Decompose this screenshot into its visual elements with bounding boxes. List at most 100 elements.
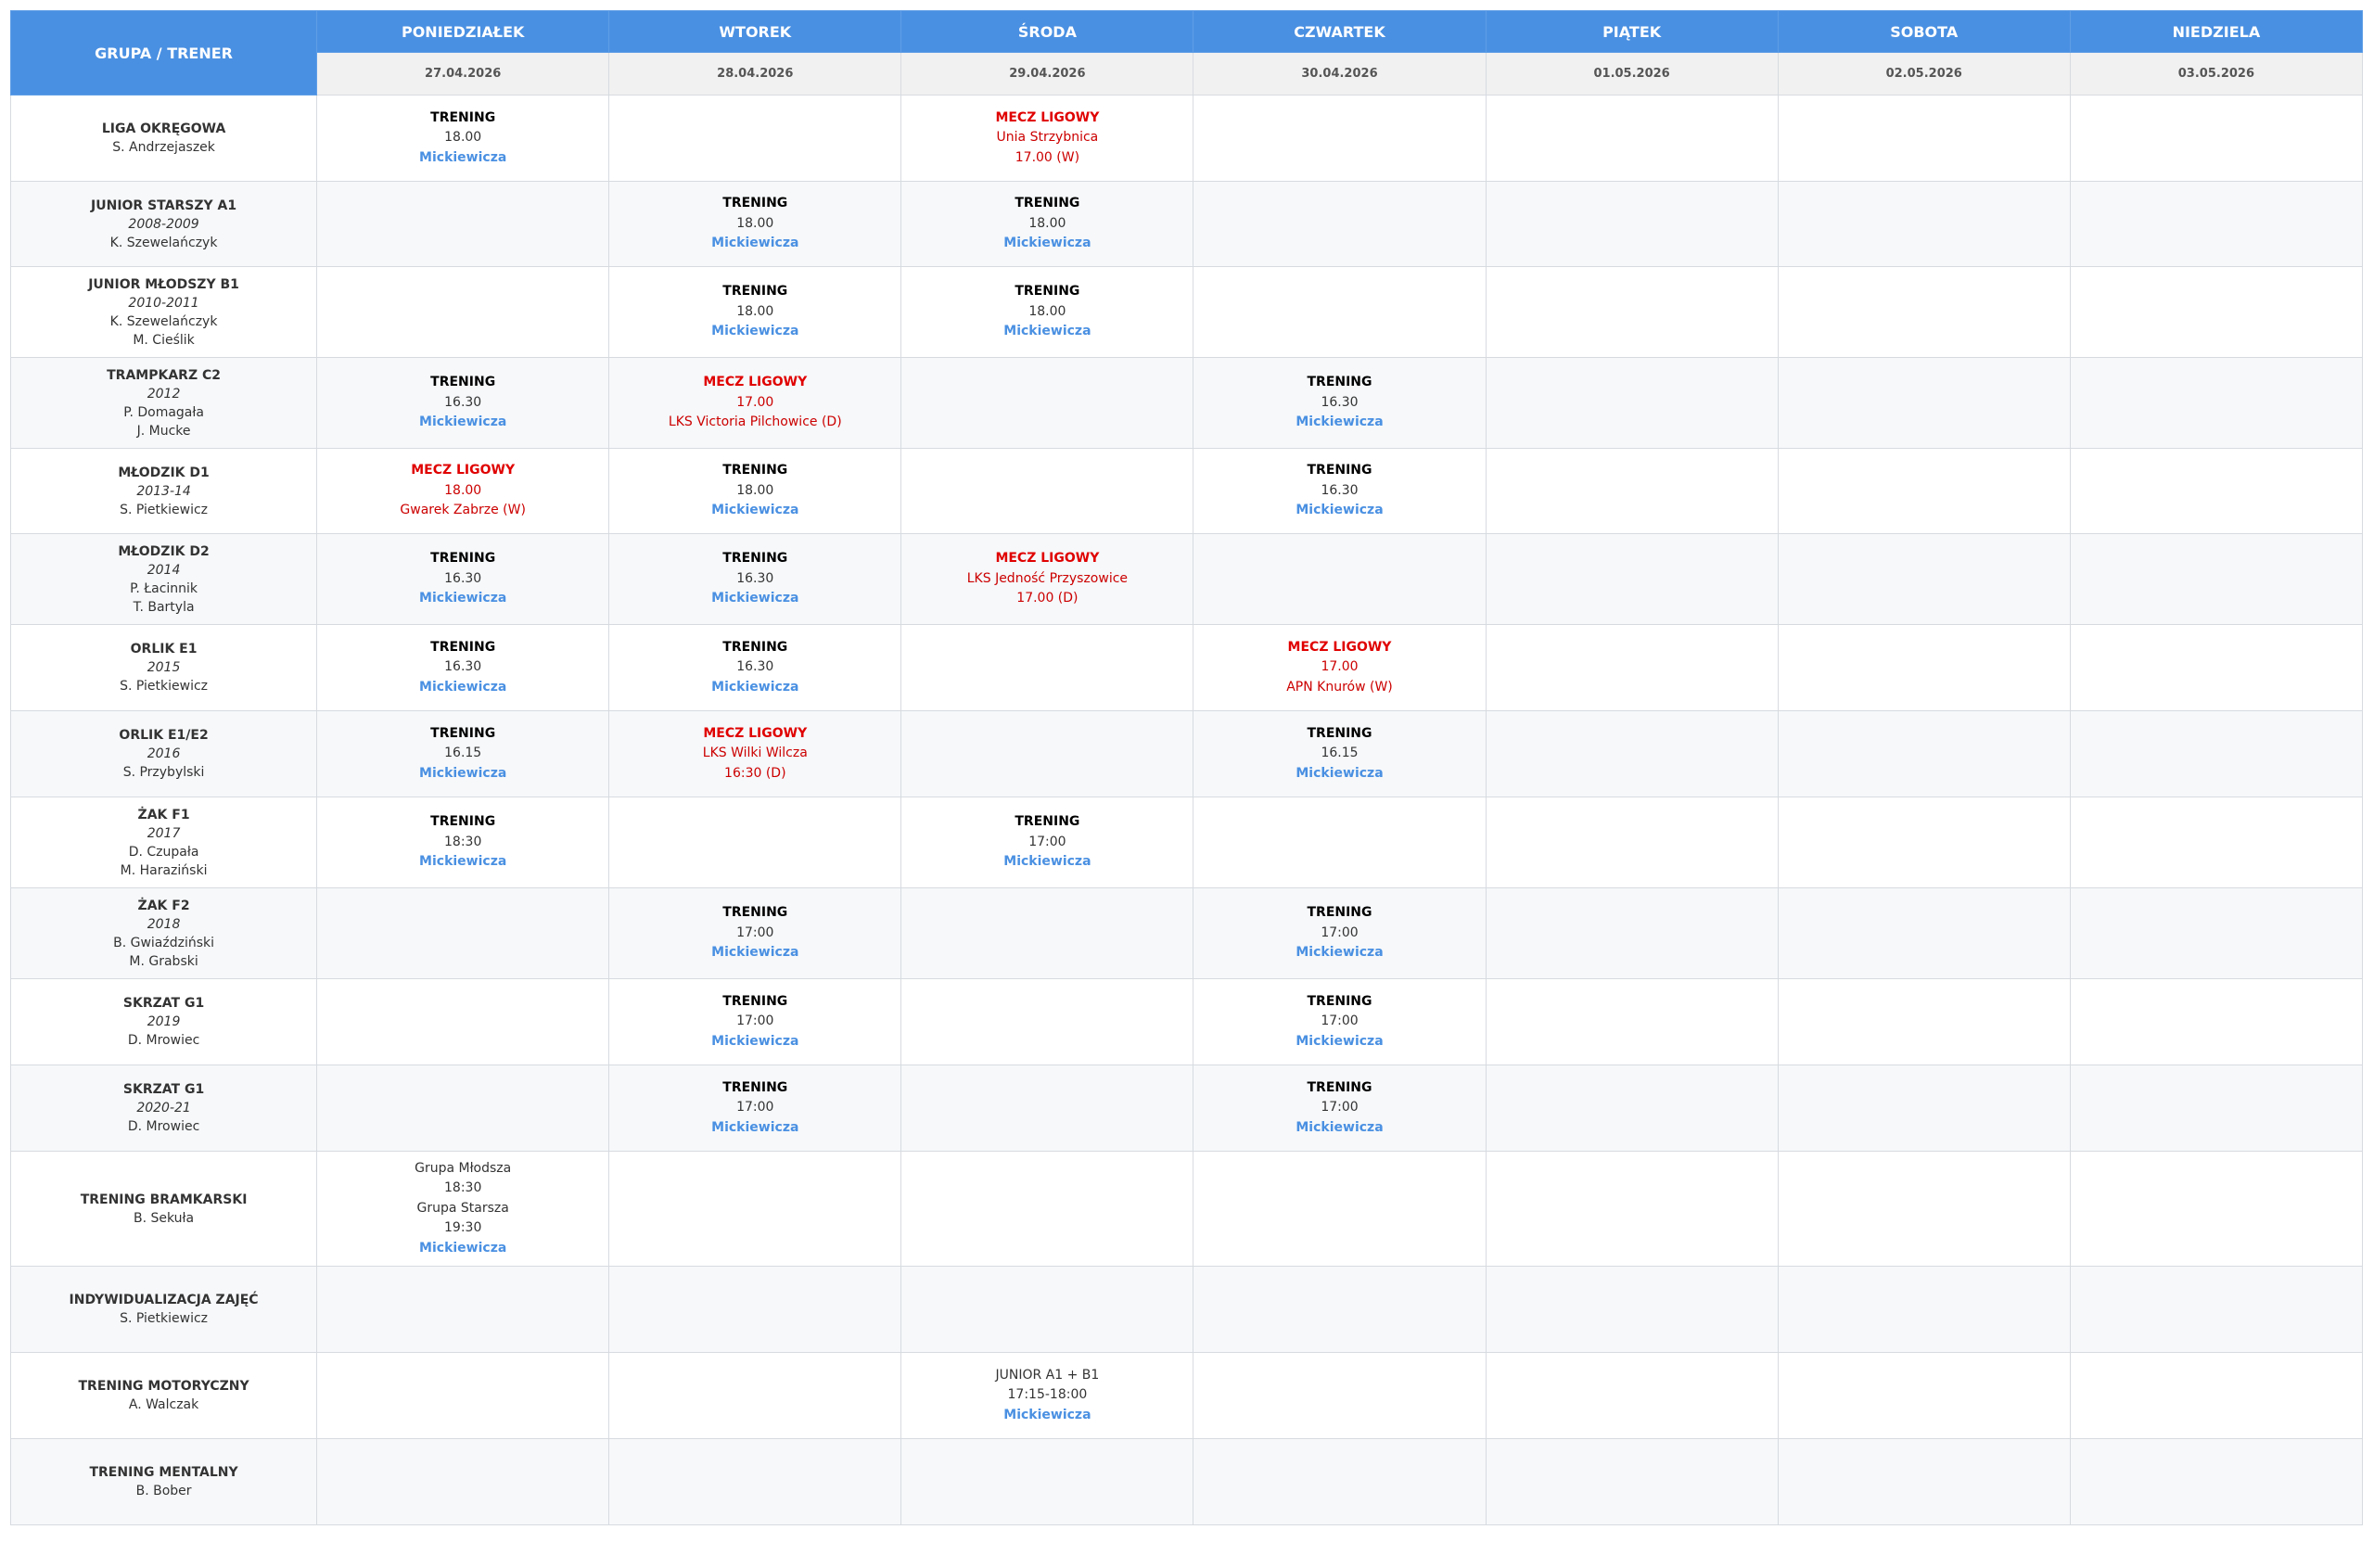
- group-cell: TRENING MENTALNY B. Bober: [9, 1438, 318, 1525]
- day-names-row: GRUPA / TRENER PONIEDZIAŁEK WTOREK ŚRODA CZ…: [9, 10, 2364, 96]
- event-detail: 19:30: [444, 1220, 482, 1236]
- group-row: ORLIK E1 2015 S. Pietkiewicz TRENING 16.30 Mi…: [9, 624, 2364, 711]
- event-type-training: TRENING: [430, 109, 496, 125]
- event-time: 16.30: [736, 659, 774, 675]
- event-time: 16.15: [444, 746, 482, 761]
- event-venue: Mickiewicza: [1295, 503, 1384, 518]
- event-type-training: TRENING: [430, 551, 496, 567]
- match-detail: 17.00 (D): [1016, 591, 1079, 606]
- day-cell: TRENING 17:00 Mickiewicza: [608, 1064, 902, 1152]
- event-time: 17:00: [736, 1100, 774, 1115]
- day-header: NIEDZIELA: [2069, 10, 2364, 53]
- day-cell: [2069, 1352, 2364, 1439]
- match-detail: Unia Strzybnica: [996, 130, 1099, 146]
- event-type-training: TRENING: [722, 1079, 788, 1095]
- day-cell: [900, 1266, 1194, 1353]
- day-cell: [1193, 181, 1487, 267]
- coach-name: D. Mrowiec: [127, 1033, 200, 1048]
- day-header: ŚRODA: [900, 10, 1194, 53]
- day-cell: TRENING 17:00 Mickiewicza: [608, 978, 902, 1065]
- match-detail: 17.00: [736, 394, 774, 410]
- day-header: WTOREK: [608, 10, 902, 53]
- day-cell: [1777, 887, 2071, 979]
- event-type-training: TRENING: [722, 551, 788, 567]
- day-cell: TRENING 18:30 Mickiewicza: [316, 797, 610, 888]
- match-detail: 17.00 (W): [1015, 149, 1080, 165]
- day-cell: MECZ LIGOWY 17.00 APN Knurów (W): [1193, 624, 1487, 711]
- day-cell: MECZ LIGOWY LKS Wilki Wilcza 16:30 (D): [608, 710, 902, 797]
- group-name: TRENING BRAMKARSKI: [80, 1192, 248, 1207]
- event-venue: Mickiewicza: [1295, 945, 1384, 961]
- day-cell: MECZ LIGOWY LKS Jedność Przyszowice 17.00 …: [900, 533, 1194, 625]
- day-cell: [900, 1151, 1194, 1267]
- day-cell: TRENING 16.15 Mickiewicza: [1193, 710, 1487, 797]
- day-cell: [2069, 181, 2364, 267]
- group-cell: ŻAK F1 2017 D. Czupała M. Haraziński: [9, 797, 318, 888]
- day-cell: [1485, 448, 1779, 534]
- event-venue: Mickiewicza: [711, 1119, 799, 1135]
- coach-name: P. Łacinnik: [130, 580, 198, 596]
- event-detail: 17:15-18:00: [1007, 1387, 1088, 1403]
- event-type-match: MECZ LIGOWY: [995, 109, 1100, 125]
- event-venue: Mickiewicza: [419, 149, 507, 165]
- event-type-training: TRENING: [1307, 463, 1372, 478]
- date-header: 28.04.2026: [608, 52, 902, 96]
- day-cell: [2069, 266, 2364, 358]
- group-name: MŁODZIK D1: [118, 465, 210, 480]
- coach-name: M. Cieślik: [133, 332, 195, 348]
- event-type-training: TRENING: [430, 814, 496, 830]
- day-cell: [1485, 266, 1779, 358]
- group-row: SKRZAT G1 2019 D. Mrowiec TRENING 17:00 Micki…: [9, 978, 2364, 1065]
- event-time: 18:30: [444, 834, 482, 849]
- day-cell: [1485, 710, 1779, 797]
- day-cell: [1777, 1064, 2071, 1152]
- day-cell: TRENING 17:00 Mickiewicza: [900, 797, 1194, 888]
- group-row: TRENING MENTALNY B. Bober: [9, 1438, 2364, 1525]
- day-header: SOBOTA: [1777, 10, 2071, 53]
- group-name: SKRZAT G1: [122, 1082, 205, 1097]
- day-cell: [1777, 1151, 2071, 1267]
- weekly-schedule-table: GRUPA / TRENER PONIEDZIAŁEK WTOREK ŚRODA CZ…: [9, 10, 2364, 1525]
- group-name: JUNIOR STARSZY A1: [91, 198, 237, 213]
- day-cell: TRENING 17:00 Mickiewicza: [1193, 1064, 1487, 1152]
- event-time: 18.00: [736, 215, 774, 231]
- group-years: 2018: [147, 916, 181, 932]
- event-type-training: TRENING: [1015, 196, 1080, 211]
- day-cell: [2069, 887, 2364, 979]
- event-detail: Grupa Młodsza: [415, 1160, 512, 1176]
- group-years: 2017: [147, 825, 181, 841]
- day-cell: [1485, 1266, 1779, 1353]
- event-type-training: TRENING: [1307, 1079, 1372, 1095]
- day-cell: [1777, 978, 2071, 1065]
- group-row: JUNIOR MŁODSZY B1 2010-2011 K. Szewelańczy…: [9, 266, 2364, 358]
- match-detail: LKS Jedność Przyszowice: [966, 570, 1129, 586]
- day-cell: [1485, 887, 1779, 979]
- group-row: ŻAK F1 2017 D. Czupała M. Haraziński TRENING…: [9, 797, 2364, 888]
- group-cell: SKRZAT G1 2019 D. Mrowiec: [9, 978, 318, 1065]
- coach-name: B. Gwiaździński: [113, 935, 215, 950]
- group-row: JUNIOR STARSZY A1 2008-2009 K. Szewelańczy…: [9, 181, 2364, 267]
- coach-name: S. Pietkiewicz: [120, 679, 209, 694]
- event-venue: Mickiewicza: [711, 236, 799, 251]
- group-cell: JUNIOR MŁODSZY B1 2010-2011 K. Szewelańczy…: [9, 266, 318, 358]
- event-detail: Grupa Starsza: [416, 1200, 509, 1216]
- event-venue: Mickiewicza: [711, 1033, 799, 1049]
- day-cell: [1485, 357, 1779, 449]
- day-cell: TRENING 18.00 Mickiewicza: [608, 266, 902, 358]
- day-cell: [900, 624, 1194, 711]
- group-name: ŻAK F2: [137, 898, 190, 913]
- day-cell: [2069, 978, 2364, 1065]
- event-venue: Mickiewicza: [711, 503, 799, 518]
- group-name: ŻAK F1: [137, 807, 190, 822]
- group-years: 2008-2009: [128, 216, 199, 232]
- day-cell: [1485, 1352, 1779, 1439]
- date-header: 29.04.2026: [900, 52, 1194, 96]
- event-venue: Mickiewicza: [1295, 1119, 1384, 1135]
- day-cell: TRENING 16.30 Mickiewicza: [316, 357, 610, 449]
- event-type-match: MECZ LIGOWY: [411, 463, 516, 478]
- group-years: 2012: [147, 386, 181, 402]
- dates-row: 27.04.2026 28.04.2026 29.04.2026 30.04.2026…: [11, 52, 2364, 96]
- day-cell: TRENING 17:00 Mickiewicza: [1193, 978, 1487, 1065]
- day-cell: TRENING 16.30 Mickiewicza: [1193, 448, 1487, 534]
- event-time: 17:00: [1321, 1100, 1359, 1115]
